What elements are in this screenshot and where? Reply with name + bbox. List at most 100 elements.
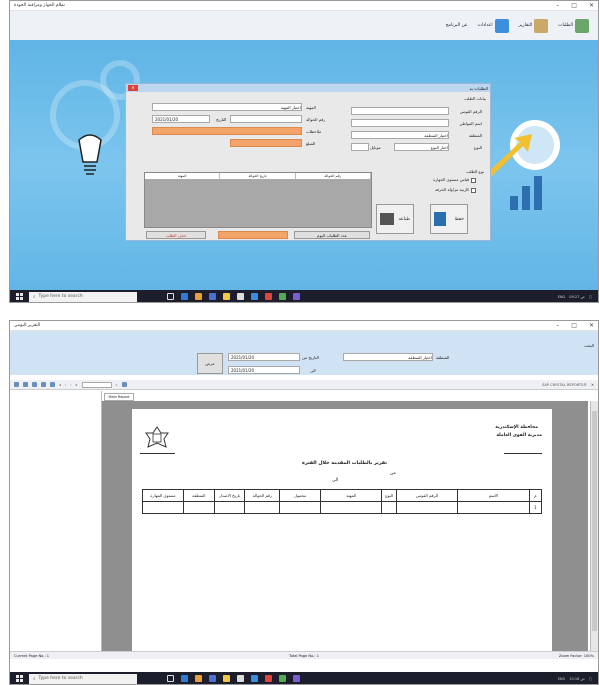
language-indicator[interactable]: ENG [558,677,566,681]
windows-start-icon[interactable] [16,675,23,682]
edge-icon[interactable] [181,293,188,300]
taskbar-apps [167,675,300,682]
app-icon[interactable] [265,293,272,300]
minimize-icon[interactable]: – [556,2,559,9]
date-to-picker[interactable]: 2021/01/20 [228,366,300,374]
transfer-no-input[interactable] [230,115,302,123]
today-requests-button[interactable]: عدد الطلبات اليوم [294,231,370,239]
task-view-icon[interactable] [167,675,174,682]
delete-request-button[interactable]: حذف الطلب [146,231,206,239]
toolbar-settings-button[interactable]: اعدادات [475,18,512,33]
search-icon[interactable]: ⌕ [116,383,118,387]
scrollbar-thumb[interactable] [592,411,597,631]
type-select[interactable]: اختار النوع [394,143,449,151]
group-tree-pane[interactable] [10,391,102,651]
minimize-icon[interactable]: – [556,322,559,329]
checkbox[interactable] [471,177,476,183]
column-header: م [528,489,543,502]
date-picker[interactable]: 2021/01/20 [152,115,210,123]
first-page-icon[interactable]: ◂ [59,383,61,387]
language-indicator[interactable]: ENG [558,295,566,299]
column-header: الاسم [457,489,530,502]
close-icon[interactable]: ✕ [589,322,594,329]
edge-icon[interactable] [181,675,188,682]
chrome-icon[interactable] [195,293,202,300]
vertical-scrollbar[interactable] [590,401,598,651]
divider [140,453,175,454]
toolbar-reports-button[interactable]: التقارير [516,18,552,33]
notes-input[interactable] [152,127,302,135]
app-icon[interactable] [279,675,286,682]
next-page-icon[interactable]: › [70,383,71,387]
app-icon[interactable] [293,675,300,682]
profession-select[interactable]: اختيار المهنة [152,103,302,111]
toolbar-about-button[interactable]: عن البرنامج [443,23,471,28]
mobile-label: موبايل [370,145,381,150]
date-from-picker[interactable]: 2021/01/20 [228,353,300,361]
task-view-icon[interactable] [167,293,174,300]
taskbar-search[interactable]: ⌕ Type here to search [29,291,137,302]
clock[interactable]: 09:27 ص [569,295,584,299]
close-icon[interactable]: ✕ [589,2,594,9]
report-title: تقرير بالطلبات المقدمة خلال الفترة [302,461,388,466]
chrome-icon[interactable] [195,675,202,682]
report-table: م الاسم الرقم القومي النوع المهنة محمول … [142,489,543,514]
printer-icon [380,213,394,225]
clock[interactable]: 10:18 ص [569,677,584,681]
export-icon[interactable] [14,382,19,387]
show-button[interactable]: عرض [197,353,223,374]
table-cell [182,501,215,514]
toolbar-requests-button[interactable]: الطلبات [555,18,592,33]
last-page-icon[interactable]: ▸ [76,383,78,387]
windows-start-icon[interactable] [16,293,23,300]
amount-input[interactable] [230,139,302,147]
print-button[interactable]: طباعه [376,204,414,234]
folder-icon[interactable] [223,293,230,300]
page-input[interactable] [81,381,112,388]
request-type-option-1[interactable]: قياس مستوى الجهارة [433,177,476,183]
mail-icon[interactable] [251,675,258,682]
store-icon[interactable] [237,293,244,300]
close-icon[interactable]: ✕ [591,383,594,387]
system-tray: ENG 09:27 ص ▢ [558,295,592,299]
national-id-input[interactable] [351,107,449,115]
copy-icon[interactable] [41,382,46,387]
requests-grid[interactable]: المهنة تاريخ الحوالة رقم الحوالة [144,172,372,228]
app-icon[interactable] [209,293,216,300]
main-toolbar: عن البرنامج اعدادات التقارير الطلبات [10,11,598,40]
maximize-icon[interactable]: □ [571,2,577,9]
app-icon[interactable] [265,675,272,682]
close-icon[interactable]: ✕ [128,85,138,91]
report-icon [534,18,549,33]
notification-icon[interactable]: ▢ [589,677,592,681]
save-button[interactable]: حفظ [430,204,468,234]
prev-page-icon[interactable]: ‹ [65,383,66,387]
region-select[interactable]: اختيار المنطقة [343,353,433,361]
window-title: التقرير اليومي [14,323,41,328]
clipboard-icon [575,18,589,33]
checkbox[interactable] [471,187,476,193]
window-controls: – □ ✕ [556,2,594,9]
print-icon[interactable] [23,382,28,387]
toggle-tree-icon[interactable] [50,382,55,387]
app-icon[interactable] [279,293,286,300]
folder-icon[interactable] [223,675,230,682]
mobile-input[interactable] [351,143,369,151]
request-type-option-2[interactable]: كارنية مزاولة الحرفة [435,187,476,193]
refresh-icon[interactable] [32,382,37,387]
main-report-tab[interactable]: Main Report [104,393,134,401]
mail-icon[interactable] [251,293,258,300]
zoom-icon[interactable] [121,382,127,387]
app-icon[interactable] [209,675,216,682]
today-count-field [218,231,288,239]
citizen-name-input[interactable] [351,119,449,127]
toolbar-requests-label: الطلبات [558,23,573,28]
notification-icon[interactable]: ▢ [589,295,592,299]
column-header: تاريخ الاصدار [213,489,246,502]
grid-header-cell: المهنة [145,173,221,179]
taskbar-search[interactable]: ⌕ Type here to search [29,673,137,684]
region-select[interactable]: اختيار المنطقة [351,131,449,139]
maximize-icon[interactable]: □ [571,322,577,329]
store-icon[interactable] [237,675,244,682]
app-icon[interactable] [293,293,300,300]
